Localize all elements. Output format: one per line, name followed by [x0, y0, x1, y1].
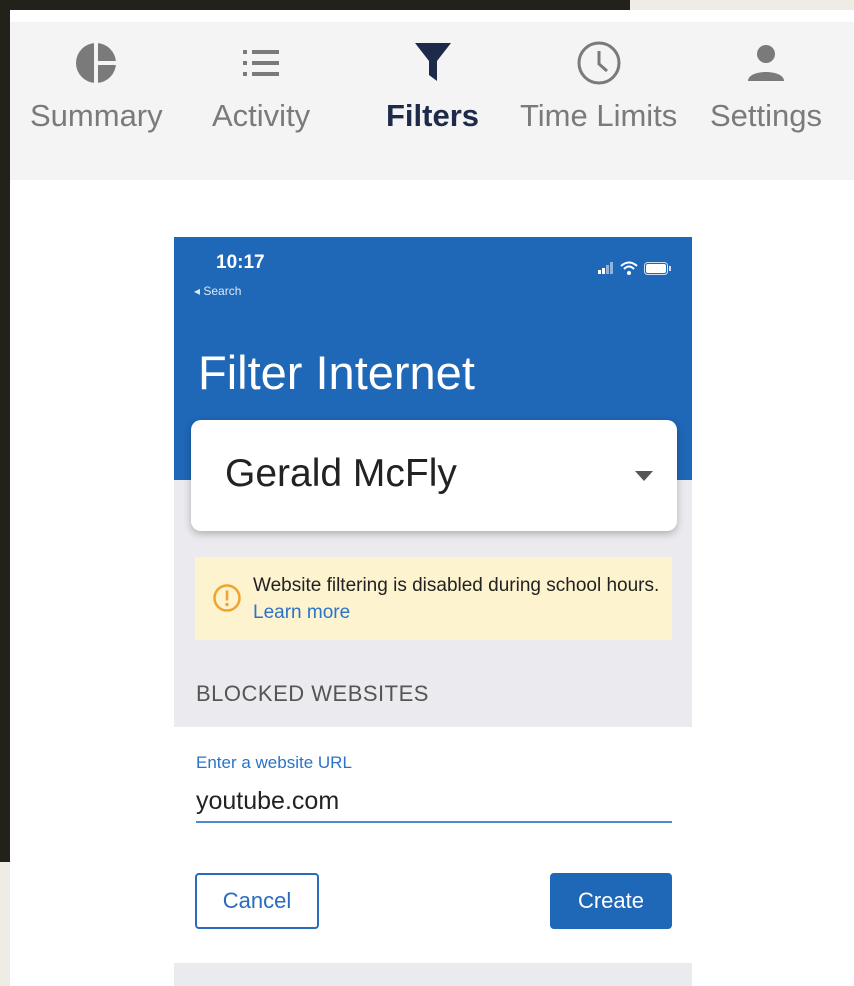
tab-time-limits[interactable]: Time Limits — [520, 40, 677, 170]
clock-icon — [576, 40, 622, 86]
tab-filters[interactable]: Filters — [386, 40, 479, 170]
background-edge — [0, 0, 630, 10]
tab-label: Activity — [212, 98, 311, 133]
battery-icon — [644, 261, 671, 275]
url-field-label: Enter a website URL — [196, 753, 352, 772]
status-time: 10:17 — [216, 252, 265, 273]
person-icon — [743, 40, 789, 86]
notice-text: Website filtering is disabled during sch… — [253, 575, 660, 596]
warning-icon — [212, 583, 242, 618]
dropdown-caret-icon — [635, 471, 653, 481]
wifi-icon — [620, 261, 638, 275]
add-website-form: Enter a website URL Cancel Create — [174, 727, 692, 963]
school-hours-notice: Website filtering is disabled during sch… — [195, 557, 672, 640]
tab-summary[interactable]: Summary — [30, 40, 163, 170]
list-icon — [238, 40, 284, 86]
filter-icon — [410, 40, 456, 86]
screen-title: Filter Internet — [198, 346, 475, 399]
status-icons — [598, 261, 672, 275]
back-to-search-link[interactable]: ◂ Search — [194, 284, 241, 298]
learn-more-link[interactable]: Learn more — [253, 602, 350, 623]
tab-label: Settings — [710, 98, 823, 133]
member-select[interactable]: Gerald McFly — [191, 420, 677, 531]
tab-activity[interactable]: Activity — [212, 40, 310, 170]
blocked-websites-header: BLOCKED WEBSITES — [196, 681, 429, 706]
tab-settings[interactable]: Settings — [710, 40, 822, 170]
cancel-button[interactable]: Cancel — [195, 873, 319, 929]
signal-icon — [598, 262, 613, 274]
member-select-value: Gerald McFly — [225, 452, 457, 495]
phone-screen: 10:17 ◂ Search Filter Internet Gerald Mc… — [174, 237, 692, 986]
tab-label: Time Limits — [520, 98, 678, 133]
website-url-input[interactable] — [196, 781, 672, 823]
tab-label: Filters — [386, 98, 480, 133]
tab-bar: Summary Activity Filters Time Limits Set… — [10, 22, 854, 180]
pie-chart-icon — [73, 40, 119, 86]
create-button[interactable]: Create — [550, 873, 672, 929]
background-edge — [0, 0, 10, 862]
tab-label: Summary — [30, 98, 163, 133]
notice-message: Website filtering is disabled during sch… — [253, 572, 663, 626]
